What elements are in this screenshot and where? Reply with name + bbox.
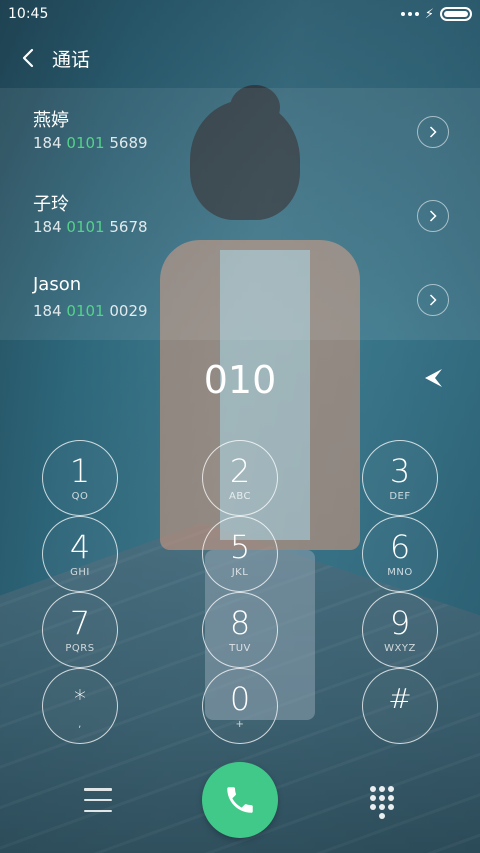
key-7[interactable]: 7 PQRS xyxy=(42,592,118,668)
contact-number: 184 0101 5689 xyxy=(33,134,148,152)
dial-keypad: 1 QO 2 ABC 3 DEF 4 GHI 5 JKL 6 MNO 7 PQR… xyxy=(0,440,480,750)
contact-row[interactable]: 燕婷 184 0101 5689 xyxy=(0,88,480,172)
notification-dots-icon xyxy=(400,12,419,16)
phone-icon xyxy=(227,787,253,813)
chevron-left-icon xyxy=(22,48,34,68)
contact-name: Jason xyxy=(33,274,82,295)
chevron-right-icon xyxy=(429,294,437,306)
contact-suggestions: 燕婷 184 0101 5689 子玲 184 0101 5678 Jason … xyxy=(0,88,480,340)
key-3[interactable]: 3 DEF xyxy=(362,440,438,516)
status-time: 10:45 xyxy=(8,6,49,22)
chevron-right-icon xyxy=(429,210,437,222)
bottom-action-bar xyxy=(0,762,480,838)
contact-row[interactable]: 子玲 184 0101 5678 xyxy=(0,172,480,256)
menu-button[interactable] xyxy=(84,788,112,812)
battery-icon xyxy=(440,7,472,21)
status-icons: ⚡ xyxy=(400,6,472,22)
page-title: 通话 xyxy=(52,48,91,71)
delete-button[interactable] xyxy=(420,366,446,390)
key-6[interactable]: 6 MNO xyxy=(362,516,438,592)
key-5[interactable]: 5 JKL xyxy=(202,516,278,592)
key-0[interactable]: 0 + xyxy=(202,668,278,744)
contact-row[interactable]: Jason 184 0101 0029 xyxy=(0,256,480,340)
status-bar: 10:45 ⚡ xyxy=(0,0,480,28)
contact-detail-button[interactable] xyxy=(417,284,449,316)
contact-number: 184 0101 5678 xyxy=(33,218,148,236)
dialpad-icon xyxy=(370,786,376,792)
key-4[interactable]: 4 GHI xyxy=(42,516,118,592)
back-button[interactable] xyxy=(0,40,56,76)
contact-name: 子玲 xyxy=(33,194,69,215)
chevron-right-icon xyxy=(429,126,437,138)
key-2[interactable]: 2 ABC xyxy=(202,440,278,516)
app-header: 通话 xyxy=(0,40,480,76)
key-9[interactable]: 9 WXYZ xyxy=(362,592,438,668)
key-hash[interactable]: # xyxy=(362,668,438,744)
call-button[interactable] xyxy=(202,762,278,838)
key-1[interactable]: 1 QO xyxy=(42,440,118,516)
backspace-arrow-icon xyxy=(425,369,442,387)
charging-icon: ⚡ xyxy=(424,6,434,22)
contact-number: 184 0101 0029 xyxy=(33,302,148,320)
contact-detail-button[interactable] xyxy=(417,116,449,148)
key-8[interactable]: 8 TUV xyxy=(202,592,278,668)
dialed-number: 010 xyxy=(203,358,277,402)
key-star[interactable]: * , xyxy=(42,668,118,744)
dialpad-toggle-button[interactable] xyxy=(370,786,394,819)
contact-name: 燕婷 xyxy=(33,110,69,131)
contact-detail-button[interactable] xyxy=(417,200,449,232)
